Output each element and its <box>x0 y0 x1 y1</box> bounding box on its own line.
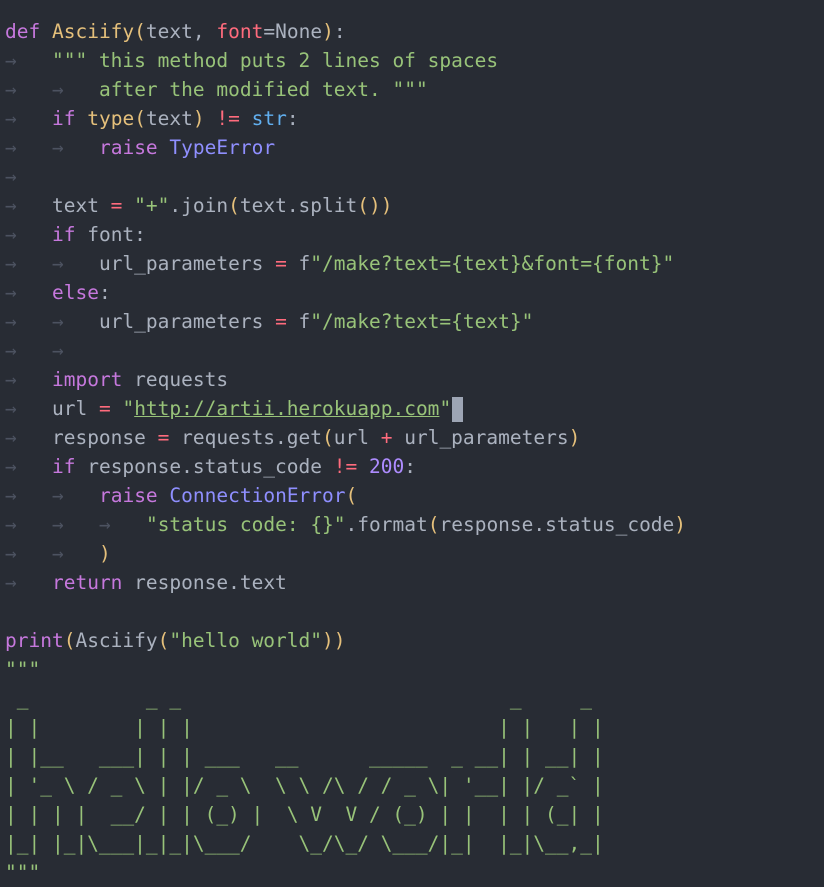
code-line[interactable]: → """ this method puts 2 lines of spaces <box>5 46 498 75</box>
tab-indent-icon: → <box>5 571 17 594</box>
tab-indent-icon: → <box>51 252 64 275</box>
tab-indent-icon: → <box>98 513 111 536</box>
tab-indent-icon: → <box>51 136 64 159</box>
tab-indent-icon: → <box>5 397 17 420</box>
code-line[interactable]: → if font: <box>5 220 146 249</box>
code-line[interactable]: → → after the modified text. """ <box>5 75 428 104</box>
code-line[interactable]: print(Asciify("hello world")) <box>5 626 346 655</box>
code-editor[interactable]: def Asciify(text, font=None): → """ this… <box>0 0 824 884</box>
ascii-art-line[interactable]: | |__ ___| | | ___ __ _____ _ __| | __| … <box>5 742 604 771</box>
code-line[interactable]: → <box>5 162 17 191</box>
code-line[interactable]: → → url_parameters = f"/make?text={text}… <box>5 249 674 278</box>
url-link[interactable]: http://artii.herokuapp.com <box>134 397 439 420</box>
tab-indent-icon: → <box>5 339 17 362</box>
tab-indent-icon: → <box>5 426 17 449</box>
tab-indent-icon: → <box>5 368 17 391</box>
code-line[interactable]: → if response.status_code != 200: <box>5 452 416 481</box>
tab-indent-icon: → <box>51 513 64 536</box>
tab-indent-icon: → <box>5 310 17 333</box>
tab-indent-icon: → <box>5 513 17 536</box>
tab-indent-icon: → <box>51 310 64 333</box>
tab-indent-icon: → <box>51 339 64 362</box>
tab-indent-icon: → <box>5 484 17 507</box>
code-line[interactable]: → → url_parameters = f"/make?text={text}… <box>5 307 533 336</box>
tab-indent-icon: → <box>5 223 17 246</box>
tab-indent-icon: → <box>5 252 17 275</box>
tab-indent-icon: → <box>51 542 64 565</box>
code-line[interactable]: → return response.text <box>5 568 287 597</box>
ascii-art-line[interactable]: |_| |_|\___|_|_|\___/ \_/\_/ \___/|_| |_… <box>5 829 604 858</box>
function-name: Asciify <box>51 20 135 43</box>
tab-indent-icon: → <box>5 455 17 478</box>
keyword-def: def <box>5 20 41 43</box>
text-cursor <box>452 397 464 422</box>
tab-indent-icon: → <box>5 165 17 188</box>
code-line[interactable]: def Asciify(text, font=None): <box>5 17 346 46</box>
docstring: """ this method puts 2 lines of spaces <box>51 49 499 72</box>
docstring: after the modified text. """ <box>98 78 428 101</box>
tab-indent-icon: → <box>51 78 64 101</box>
ascii-art-line[interactable]: _ _ _ _ _ <box>5 684 604 713</box>
tab-indent-icon: → <box>5 107 17 130</box>
ascii-art-line[interactable]: | | | | | | | | | <box>5 713 604 742</box>
code-line[interactable]: → → raise TypeError <box>5 133 275 162</box>
code-line[interactable]: → url = "http://artii.herokuapp.com" <box>5 394 464 423</box>
ascii-art-line[interactable]: | | | | __/ | | (_) | \ V V / (_) | | | … <box>5 800 604 829</box>
code-line[interactable]: """ <box>5 655 40 684</box>
tab-indent-icon: → <box>5 49 17 72</box>
tab-indent-icon: → <box>51 484 64 507</box>
tab-indent-icon: → <box>5 136 17 159</box>
code-line[interactable]: → response = requests.get(url + url_para… <box>5 423 580 452</box>
tab-indent-icon: → <box>5 194 17 217</box>
code-line[interactable]: → if type(text) != str: <box>5 104 299 133</box>
code-line[interactable]: → else: <box>5 278 111 307</box>
code-line[interactable]: → → <box>5 336 64 365</box>
tab-indent-icon: → <box>5 78 17 101</box>
tab-indent-icon: → <box>5 542 17 565</box>
code-line[interactable]: → import requests <box>5 365 228 394</box>
code-line[interactable]: """ <box>5 858 40 887</box>
code-line[interactable]: → → raise ConnectionError( <box>5 481 357 510</box>
code-line[interactable]: → → ) <box>5 539 111 568</box>
ascii-art-line[interactable]: | '_ \ / _ \ | |/ _ \ \ \ /\ / / _ \| '_… <box>5 771 604 800</box>
tab-indent-icon: → <box>5 281 17 304</box>
code-line[interactable]: → → → "status code: {}".format(response.… <box>5 510 686 539</box>
code-line[interactable]: → text = "+".join(text.split()) <box>5 191 393 220</box>
